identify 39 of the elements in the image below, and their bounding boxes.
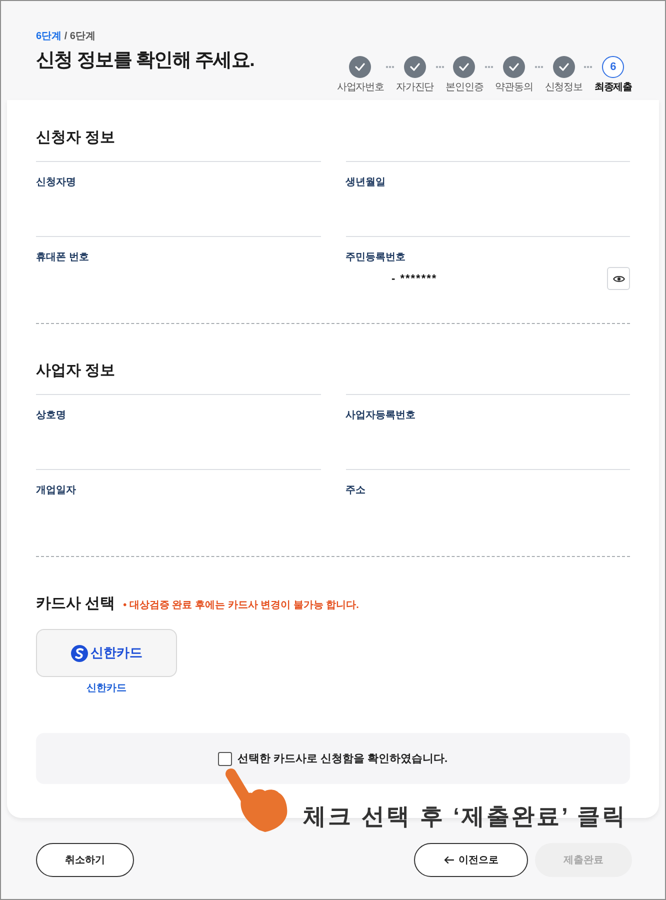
arrow-left-icon	[444, 856, 454, 864]
check-icon	[355, 63, 366, 71]
section-title: 사업자 정보	[36, 361, 116, 381]
step-label: 약관동의	[495, 82, 533, 94]
check-icon	[558, 63, 569, 71]
field-label: 생년월일	[346, 176, 386, 190]
field-value: - *******	[392, 272, 438, 284]
field-label: 사업자등록번호	[346, 409, 416, 423]
previous-button[interactable]: 이전으로	[414, 843, 528, 877]
page-title: 신청 정보를 확인해 주세요.	[36, 49, 254, 73]
step-label: 사업자번호	[336, 82, 384, 94]
step-label: 신청정보	[544, 82, 582, 94]
field-label: 휴대폰 번호	[36, 251, 89, 265]
check-icon	[459, 63, 470, 71]
cancel-button[interactable]: 취소하기	[36, 843, 134, 877]
field-label: 신청자명	[36, 176, 76, 190]
step-counter: 6단계 / 6단계	[36, 30, 96, 44]
checkbox[interactable]	[218, 752, 232, 766]
instruction-caption: 체크 선택 후 ‘제출완료’ 클릭	[303, 802, 628, 831]
section-title: 카드사 선택	[36, 594, 116, 614]
field-label: 상호명	[36, 409, 66, 423]
warning-text: • 대상검증 완료 후에는 카드사 변경이 불가능 합니다.	[123, 599, 359, 612]
card-company-option[interactable]: 신한카드	[36, 629, 177, 677]
field-label: 주소	[346, 484, 366, 498]
show-value-button[interactable]	[607, 267, 630, 290]
eye-icon	[612, 274, 624, 282]
card-logo-icon	[70, 644, 88, 662]
step-label: 본인인증	[446, 82, 484, 94]
pointing-hand-icon	[223, 768, 289, 832]
card-company-name: 신한카드	[86, 682, 126, 696]
field-label: 개업일자	[36, 484, 76, 498]
section-title: 신청자 정보	[36, 128, 116, 148]
step-circle: 6	[602, 56, 624, 78]
step-label: 최종제출	[594, 82, 632, 94]
step-label: 자가진단	[396, 82, 434, 94]
field-label: 주민등록번호	[346, 251, 406, 265]
check-icon	[508, 63, 519, 71]
confirm-label[interactable]: 선택한 카드사로 신청함을 확인하였습니다.	[237, 751, 448, 766]
check-icon	[410, 63, 420, 71]
